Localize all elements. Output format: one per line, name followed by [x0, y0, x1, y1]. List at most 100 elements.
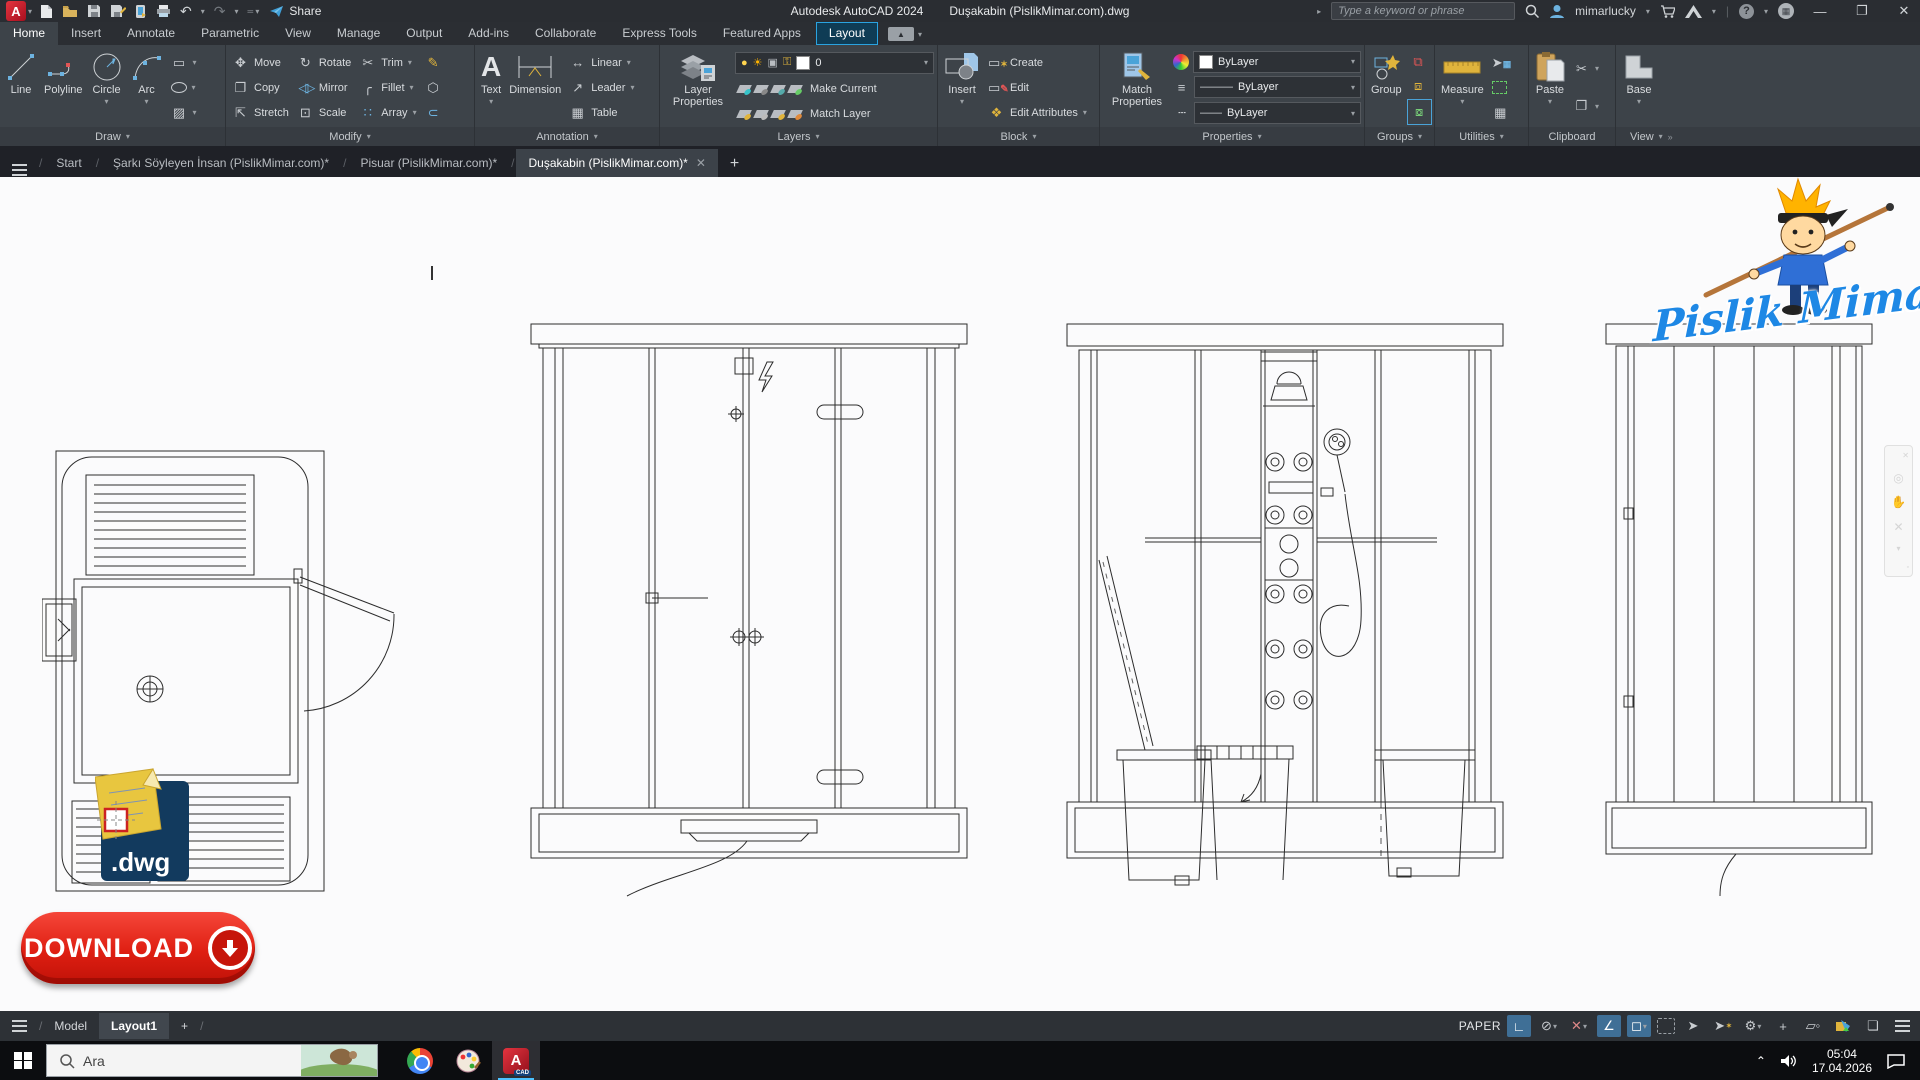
pan-tool-icon[interactable]: ✋	[1891, 495, 1906, 509]
help-icon[interactable]: ?	[1739, 4, 1754, 19]
rotate-button[interactable]: ↻Rotate	[294, 51, 354, 75]
text-button[interactable]: AText▾	[478, 48, 504, 127]
clock[interactable]: 05:04 17.04.2026	[1812, 1047, 1872, 1075]
polyline-button[interactable]: Polyline	[41, 48, 86, 127]
undo-dropdown-icon[interactable]: ▾	[201, 7, 205, 16]
explode-button[interactable]: ⬡	[422, 76, 445, 100]
layer-unlock-icon[interactable]	[753, 110, 769, 118]
layer-onoff-icon[interactable]	[770, 110, 786, 118]
erase-button[interactable]: ✎	[422, 51, 445, 75]
offset-button[interactable]: ⊂	[422, 101, 445, 125]
create-block-button[interactable]: ▭✶Create	[985, 51, 1090, 75]
new-file-icon[interactable]	[40, 4, 53, 19]
feedback-icon[interactable]: ▦	[1778, 3, 1794, 19]
copy-clip-button[interactable]: ❐▾	[1570, 94, 1602, 118]
selection-cycling-icon[interactable]	[1657, 1018, 1675, 1034]
autocad-app-icon[interactable]: A	[6, 1, 26, 21]
quick-calc-button[interactable]: ▦	[1489, 101, 1512, 125]
lineweight-dropdown[interactable]: ———ByLayer▾	[1194, 76, 1361, 98]
action-center-icon[interactable]	[1886, 1053, 1906, 1069]
close-tab-icon[interactable]: ✕	[696, 156, 706, 170]
array-button[interactable]: ∷Array▾	[356, 101, 419, 125]
copy-button[interactable]: ❐Copy	[229, 76, 292, 100]
edit-block-button[interactable]: ▭✎Edit	[985, 76, 1090, 100]
linetype-dropdown[interactable]: ——ByLayer▾	[1194, 102, 1361, 124]
panel-label-utilities[interactable]: Utilities▾	[1435, 127, 1528, 146]
move-button[interactable]: ✥Move	[229, 51, 292, 75]
layer-freeze-icon[interactable]: ▣	[768, 56, 778, 69]
match-properties-button[interactable]: Match Properties	[1103, 48, 1171, 127]
scale-button[interactable]: ⊡Scale	[294, 101, 354, 125]
cart-icon[interactable]	[1660, 5, 1675, 18]
file-tabs-menu-icon[interactable]	[12, 169, 27, 171]
chrome-taskbar-icon[interactable]	[396, 1041, 444, 1080]
layer-lock-icon[interactable]: ⚿	[783, 56, 791, 69]
undo-icon[interactable]: ↶	[180, 3, 192, 20]
tab-home[interactable]: Home	[0, 22, 58, 45]
mirror-button[interactable]: ◁▷Mirror	[294, 76, 354, 100]
stretch-button[interactable]: ⇱Stretch	[229, 101, 292, 125]
layer-off-icon[interactable]	[736, 85, 752, 93]
drawing-canvas[interactable]: Pislik Mimar .dwg DOWNLOAD ✕ ◎ ✋ ✕ ▾ ▫	[0, 177, 1920, 1011]
username-label[interactable]: mimarlucky	[1575, 4, 1636, 18]
share-button[interactable]: Share	[269, 4, 321, 18]
layer-lock2-icon[interactable]	[787, 85, 803, 93]
save-icon[interactable]	[87, 4, 101, 18]
ungroup-button[interactable]: ⧉	[1407, 50, 1432, 74]
layer-dropdown[interactable]: ● ☀ ▣ ⚿ 0 ▾	[735, 52, 934, 74]
object-snap-tracking-icon[interactable]: ∠	[1597, 1015, 1621, 1037]
space-toggle[interactable]: PAPER	[1459, 1019, 1501, 1033]
ribbon-minimize-dropdown-icon[interactable]: ▾	[918, 30, 922, 39]
workspace-switch-icon[interactable]: +	[1771, 1015, 1795, 1037]
tab-addins[interactable]: Add-ins	[455, 22, 522, 45]
layer-sun-icon[interactable]: ☀	[753, 56, 763, 69]
measure-button[interactable]: Measure▾	[1438, 48, 1487, 127]
group-selection-button[interactable]: ⧇	[1407, 99, 1432, 125]
base-button[interactable]: Base▾	[1619, 48, 1659, 127]
minimize-button[interactable]: —	[1804, 0, 1836, 22]
panel-label-modify[interactable]: Modify▾	[226, 127, 474, 146]
rectangle-tool-button[interactable]: ▭▾	[168, 51, 200, 75]
layer-freeze2-icon[interactable]	[770, 85, 786, 93]
tab-layout[interactable]: Layout	[816, 22, 878, 45]
tab-manage[interactable]: Manage	[324, 22, 393, 45]
polar-tracking-icon[interactable]: ⊘▾	[1537, 1015, 1561, 1037]
autodesk-dropdown-icon[interactable]: ▾	[1712, 7, 1716, 16]
chevron-down-icon[interactable]: ▾	[28, 7, 32, 16]
user-avatar-icon[interactable]	[1549, 4, 1565, 18]
zoom-tool-icon[interactable]: ◎	[1893, 471, 1903, 485]
start-button[interactable]	[0, 1041, 46, 1080]
circle-button[interactable]: Circle▾	[88, 48, 126, 127]
user-dropdown-icon[interactable]: ▾	[1646, 7, 1650, 16]
line-button[interactable]: Line	[3, 48, 39, 127]
tab-parametric[interactable]: Parametric	[188, 22, 272, 45]
panel-label-annotation[interactable]: Annotation▾	[475, 127, 659, 146]
tab-annotate[interactable]: Annotate	[114, 22, 188, 45]
tray-chevron-icon[interactable]: ⌃	[1756, 1054, 1766, 1068]
layer-dropdown-caret-icon[interactable]: ▾	[924, 58, 928, 67]
ribbon-minimize-button[interactable]: ▲	[888, 27, 914, 41]
model-tab[interactable]: Model	[42, 1013, 99, 1039]
tab-featured-apps[interactable]: Featured Apps	[710, 22, 814, 45]
trim-button[interactable]: ✂Trim▾	[356, 51, 419, 75]
new-layout-button[interactable]: +	[169, 1013, 200, 1039]
restore-button[interactable]: ❐	[1846, 0, 1878, 22]
arc-button[interactable]: Arc▾	[128, 48, 166, 127]
clean-screen-icon[interactable]: ❏	[1861, 1015, 1885, 1037]
layer-isolate-icon[interactable]	[753, 85, 769, 93]
dimension-button[interactable]: Dimension	[506, 48, 564, 127]
file-tab-sarki[interactable]: Şarkı Söyleyen İnsan (PislikMimar.com)*	[101, 149, 341, 177]
layer-color-swatch[interactable]	[796, 56, 810, 70]
file-tab-dusakabin[interactable]: Duşakabin (PislikMimar.com)*✕	[516, 149, 717, 177]
open-folder-icon[interactable]	[62, 5, 78, 18]
annotation-visibility-icon[interactable]: ➤	[1681, 1015, 1705, 1037]
search-icon[interactable]	[1525, 4, 1539, 18]
autodesk-logo-icon[interactable]	[1685, 5, 1702, 18]
layer-on-icon[interactable]: ●	[741, 57, 748, 69]
taskbar-search[interactable]: Ara	[46, 1044, 378, 1077]
save-as-icon[interactable]	[110, 4, 126, 18]
panel-label-layers[interactable]: Layers▾	[660, 127, 937, 146]
search-highlight-image[interactable]	[301, 1045, 377, 1076]
snap-mode-icon[interactable]: ∟	[1507, 1015, 1531, 1037]
fillet-button[interactable]: ╭Fillet▾	[356, 76, 419, 100]
